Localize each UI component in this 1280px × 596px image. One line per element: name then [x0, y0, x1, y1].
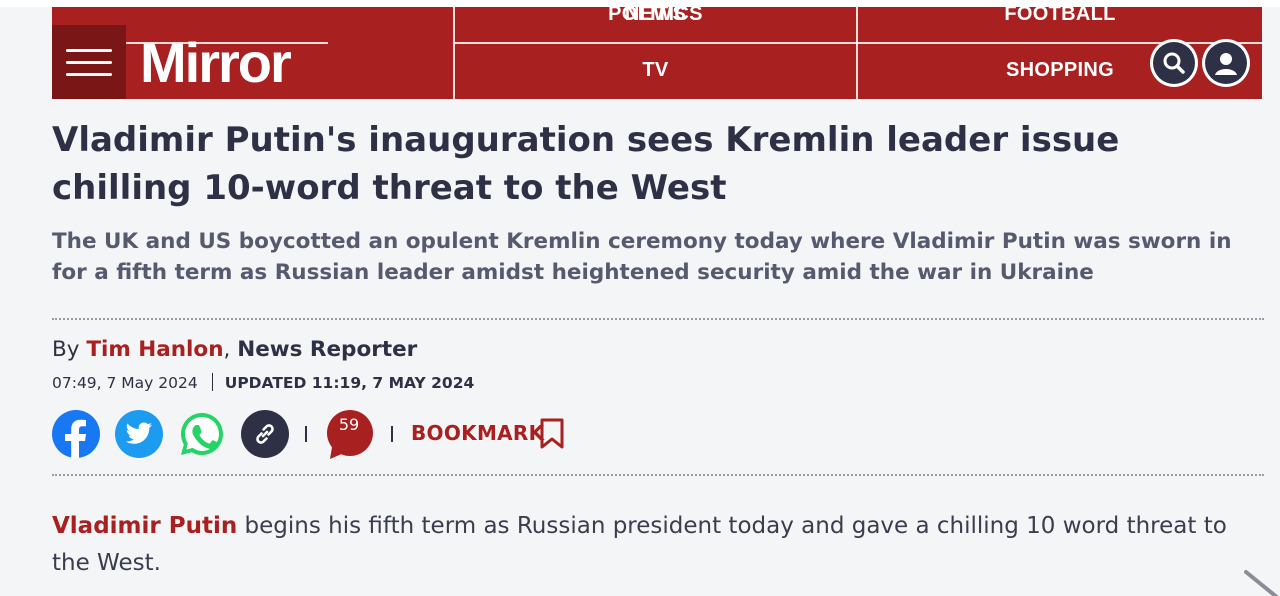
- scroll-indicator-icon: [1244, 570, 1279, 596]
- menu-button[interactable]: [52, 25, 126, 99]
- hamburger-icon: [66, 48, 112, 52]
- published-time: 07:49, 7 May 2024: [52, 374, 198, 392]
- search-button[interactable]: [1150, 39, 1198, 87]
- author-role: News Reporter: [237, 337, 418, 362]
- share-separator: [391, 426, 393, 442]
- dotted-divider: [52, 318, 1264, 320]
- comment-count[interactable]: 59: [326, 414, 372, 436]
- dotted-divider: [52, 474, 1264, 476]
- article-body-paragraph: Vladimir Putin begins his fifth term as …: [52, 508, 1252, 582]
- share-whatsapp-button[interactable]: [178, 410, 226, 458]
- nav-tv[interactable]: TV: [455, 59, 856, 82]
- hamburger-icon-bar: [66, 60, 112, 64]
- whatsapp-icon: [181, 413, 223, 455]
- putin-topic-link[interactable]: Vladimir Putin: [52, 513, 237, 539]
- byline: By Tim Hanlon, News Reporter: [52, 337, 418, 362]
- nav-divider: [455, 42, 1262, 44]
- account-button[interactable]: [1202, 39, 1250, 87]
- share-twitter-button[interactable]: [115, 410, 163, 458]
- share-separator: [305, 426, 307, 442]
- facebook-icon: [65, 419, 86, 458]
- copy-link-button[interactable]: [241, 410, 289, 458]
- bookmark-button[interactable]: BOOKMARK: [411, 419, 544, 447]
- nav-politics[interactable]: POLITICS: [455, 3, 856, 26]
- article-dates: 07:49, 7 May 2024 UPDATED 11:19, 7 MAY 20…: [52, 372, 474, 394]
- user-icon: [1215, 53, 1237, 75]
- link-icon: [256, 424, 274, 444]
- article-headline: Vladimir Putin's inauguration sees Kreml…: [52, 120, 1120, 208]
- site-header: Mirror NEWS POLITICS FOOTBALL TV SHOPPIN…: [52, 3, 1262, 99]
- article-standfirst: The UK and US boycotted an opulent Kreml…: [52, 229, 1232, 285]
- byline-prefix: By: [52, 337, 80, 362]
- share-facebook-button[interactable]: [52, 410, 100, 458]
- site-logo[interactable]: Mirror: [140, 33, 292, 93]
- twitter-icon: [125, 422, 152, 444]
- hamburger-icon-bar: [66, 72, 112, 76]
- nav-football[interactable]: FOOTBALL: [858, 3, 1262, 26]
- author-link[interactable]: Tim Hanlon: [86, 337, 223, 362]
- search-icon: [1163, 52, 1185, 74]
- date-separator: [211, 373, 213, 391]
- bookmark-icon[interactable]: [539, 418, 565, 450]
- updated-time: UPDATED 11:19, 7 MAY 2024: [224, 374, 475, 392]
